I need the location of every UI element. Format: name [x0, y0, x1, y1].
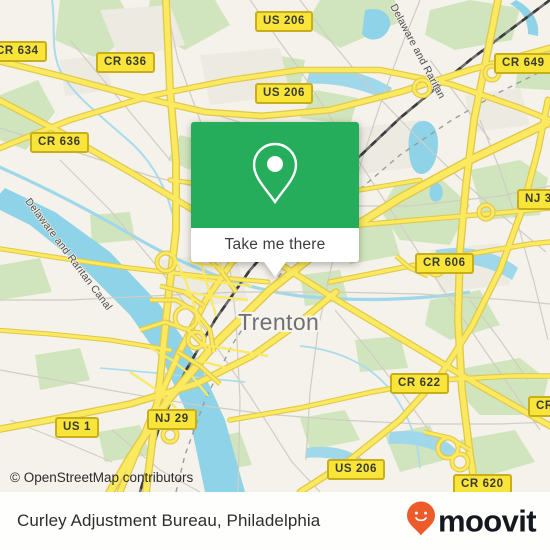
road-shield[interactable]: CR 634	[0, 41, 47, 62]
location-popup-card[interactable]: Take me there	[191, 122, 359, 277]
moovit-wordmark: moovit	[437, 503, 537, 539]
road-shield[interactable]: US 206	[255, 83, 313, 104]
osm-attribution[interactable]: © OpenStreetMap contributors	[10, 470, 193, 485]
place-title: Curley Adjustment Bureau, Philadelphia	[17, 511, 321, 530]
road-shield[interactable]: CR 6	[528, 396, 550, 417]
popup-footer[interactable]: Take me there	[191, 228, 359, 277]
road-shield[interactable]: CR 620	[453, 474, 512, 492]
map-pin-icon	[249, 140, 301, 211]
moovit-brand[interactable]: moovit	[406, 501, 537, 542]
road-shield[interactable]: US 1	[55, 417, 99, 438]
moovit-smiley-pin-icon	[406, 501, 436, 542]
popup-pointer-tail	[264, 262, 286, 277]
map-screenshot-root: Delaware and Raritan Canal Delaware and …	[0, 0, 550, 550]
road-shield[interactable]: CR 649	[494, 53, 550, 74]
road-shield[interactable]: CR 636	[96, 52, 155, 73]
road-shield[interactable]: US 206	[327, 459, 385, 480]
bottom-info-bar: Curley Adjustment Bureau, Philadelphia m…	[0, 492, 550, 550]
place-label-trenton: Trenton	[238, 309, 320, 335]
road-shield[interactable]: NJ 29	[147, 409, 197, 430]
road-shield[interactable]: NJ 33	[517, 189, 550, 210]
road-shield[interactable]: US 206	[255, 11, 313, 32]
popup-header	[191, 122, 359, 228]
take-me-there-label: Take me there	[224, 236, 326, 253]
road-shield[interactable]: CR 636	[30, 132, 89, 153]
road-shield[interactable]: CR 622	[390, 373, 449, 394]
road-shield[interactable]: CR 606	[415, 253, 474, 274]
